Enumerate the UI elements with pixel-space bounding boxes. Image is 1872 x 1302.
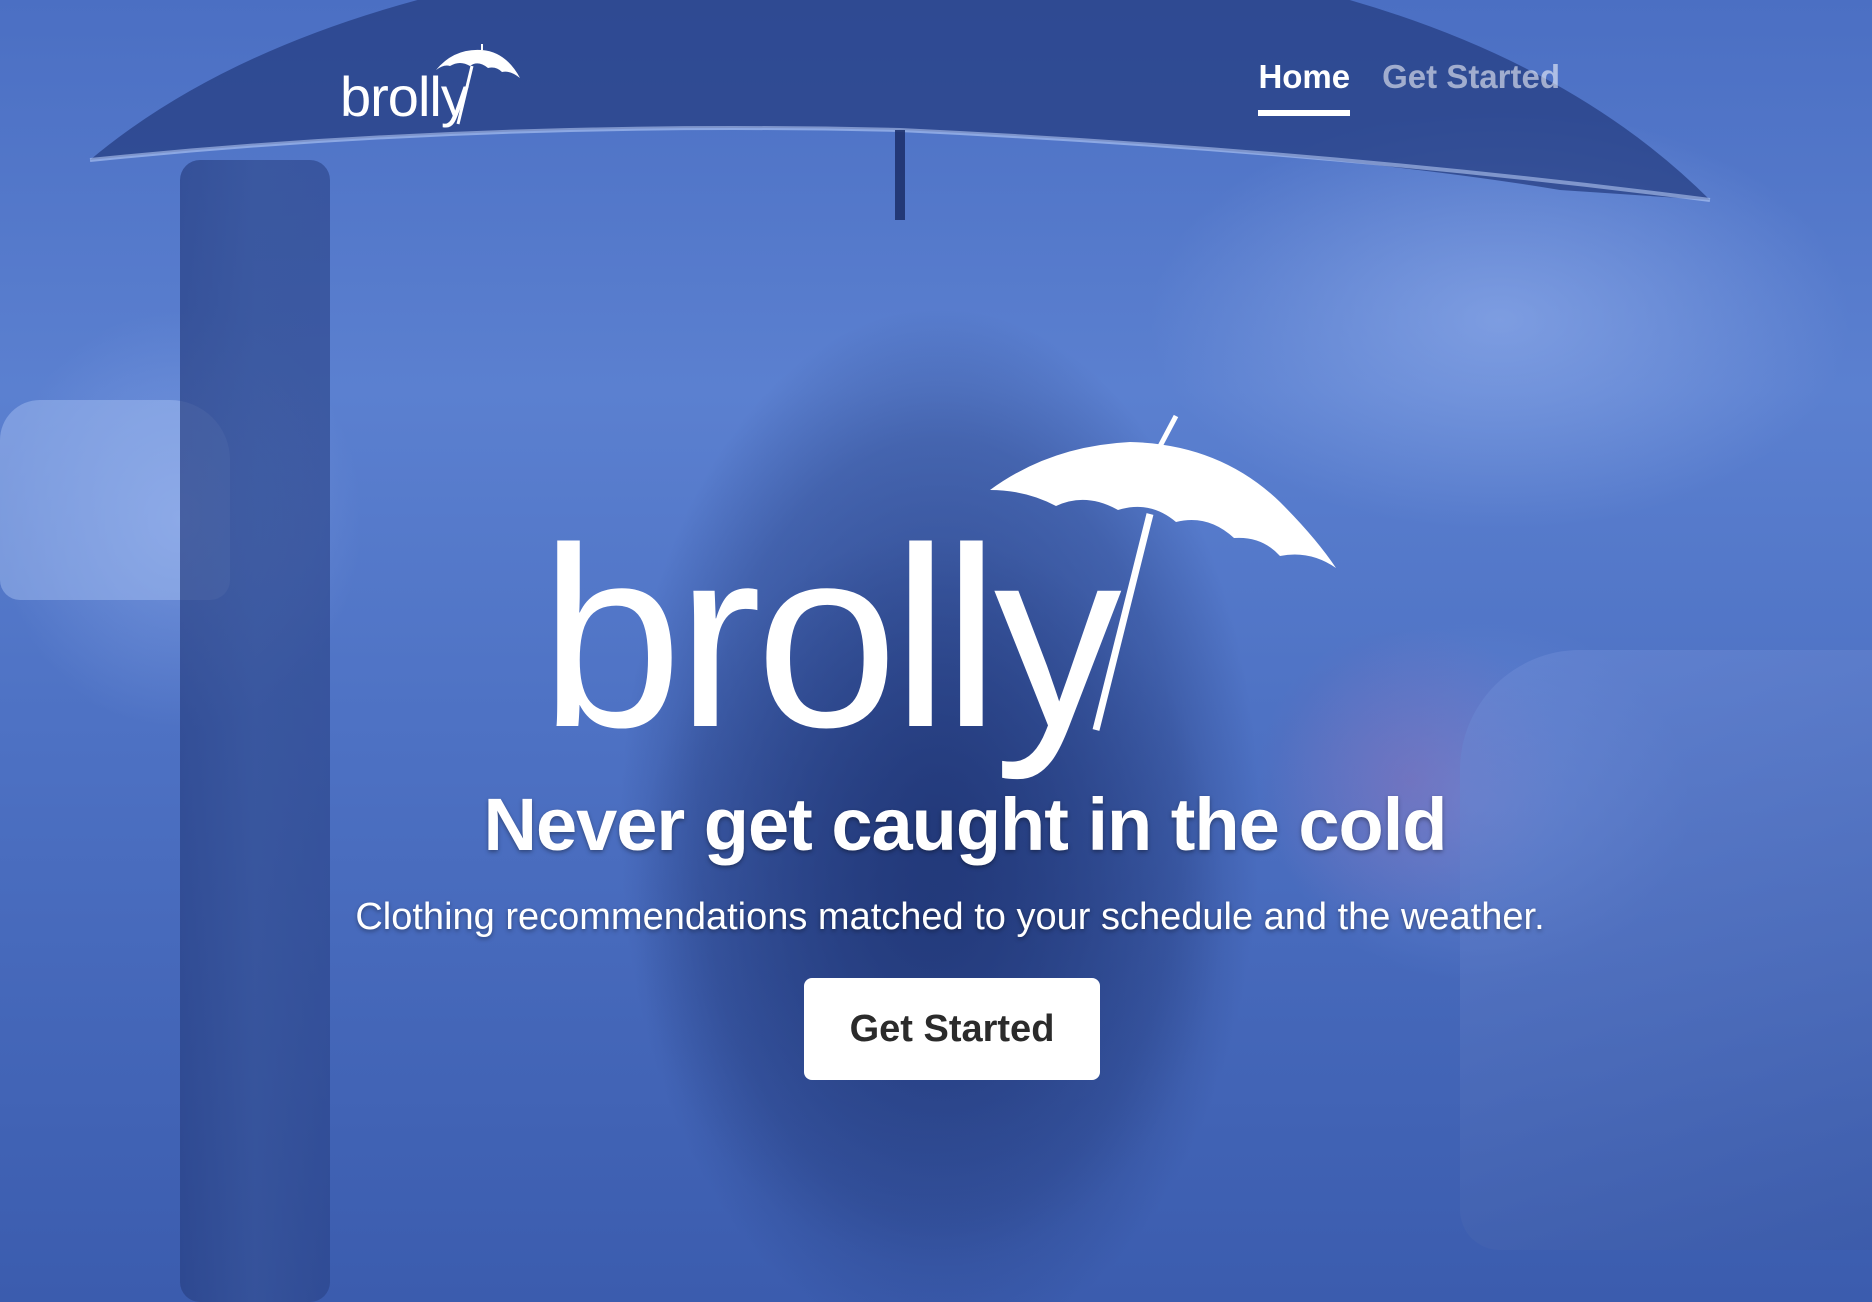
nav-get-started[interactable]: Get Started [1382, 58, 1560, 116]
hero-headline: Never get caught in the cold [483, 783, 1448, 866]
hero-subheadline: Clothing recommendations matched to your… [355, 896, 1545, 938]
nav-home[interactable]: Home [1258, 58, 1351, 116]
background-pole [180, 160, 330, 1302]
get-started-button[interactable]: Get Started [804, 978, 1100, 1080]
umbrella-icon [436, 44, 520, 125]
umbrella-icon [990, 414, 1336, 731]
hero-section: brolly Home Get Started brolly Never get… [0, 0, 1872, 1302]
main-nav: Home Get Started [1258, 58, 1560, 116]
hero-logo: brolly [540, 410, 1360, 790]
background-car-right [1460, 650, 1872, 1250]
header-logo[interactable]: brolly [340, 44, 540, 134]
